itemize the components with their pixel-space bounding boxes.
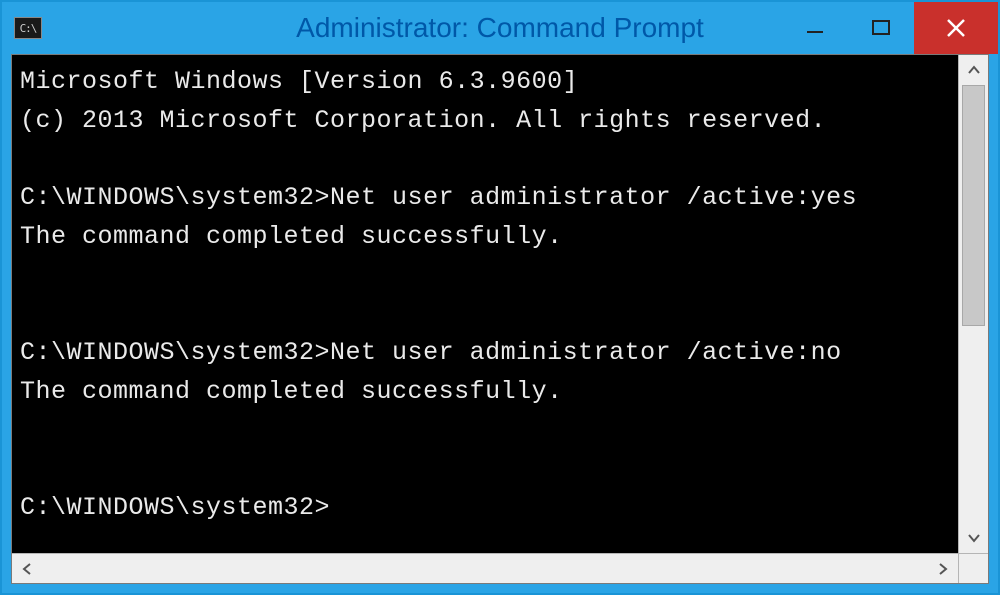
console-line	[20, 451, 954, 490]
minimize-button[interactable]	[782, 2, 848, 54]
chevron-right-icon	[936, 562, 950, 576]
scroll-right-button[interactable]	[928, 554, 958, 583]
console-line	[20, 257, 954, 296]
console-line	[20, 296, 954, 335]
chevron-up-icon	[967, 63, 981, 77]
vscroll-thumb[interactable]	[962, 85, 985, 326]
console-line: C:\WINDOWS\system32>	[20, 489, 954, 528]
close-icon	[943, 15, 969, 41]
titlebar: C:\ Administrator: Command Prompt	[2, 2, 998, 54]
vscroll-track[interactable]	[959, 85, 988, 523]
console-line: The command completed successfully.	[20, 218, 954, 257]
scroll-up-button[interactable]	[959, 55, 988, 85]
cmd-icon: C:\	[14, 17, 42, 39]
scroll-corner	[958, 554, 988, 583]
hscroll-track[interactable]	[42, 554, 928, 583]
console-line: The command completed successfully.	[20, 373, 954, 412]
console-line: (c) 2013 Microsoft Corporation. All righ…	[20, 102, 954, 141]
console-output[interactable]: Microsoft Windows [Version 6.3.9600](c) …	[12, 55, 958, 553]
console-line: C:\WINDOWS\system32>Net user administrat…	[20, 334, 954, 373]
titlebar-buttons	[782, 2, 998, 54]
chevron-left-icon	[20, 562, 34, 576]
console-line	[20, 141, 954, 180]
console-line	[20, 412, 954, 451]
console-wrap: Microsoft Windows [Version 6.3.9600](c) …	[12, 55, 988, 553]
console-line: Microsoft Windows [Version 6.3.9600]	[20, 63, 954, 102]
minimize-icon	[803, 16, 827, 40]
close-button[interactable]	[914, 2, 998, 54]
maximize-icon	[870, 17, 892, 39]
vertical-scrollbar[interactable]	[958, 55, 988, 553]
horizontal-scrollbar[interactable]	[12, 553, 988, 583]
scroll-down-button[interactable]	[959, 523, 988, 553]
client-area: Microsoft Windows [Version 6.3.9600](c) …	[11, 54, 989, 584]
console-line: C:\WINDOWS\system32>Net user administrat…	[20, 179, 954, 218]
maximize-button[interactable]	[848, 2, 914, 54]
chevron-down-icon	[967, 531, 981, 545]
scroll-left-button[interactable]	[12, 554, 42, 583]
